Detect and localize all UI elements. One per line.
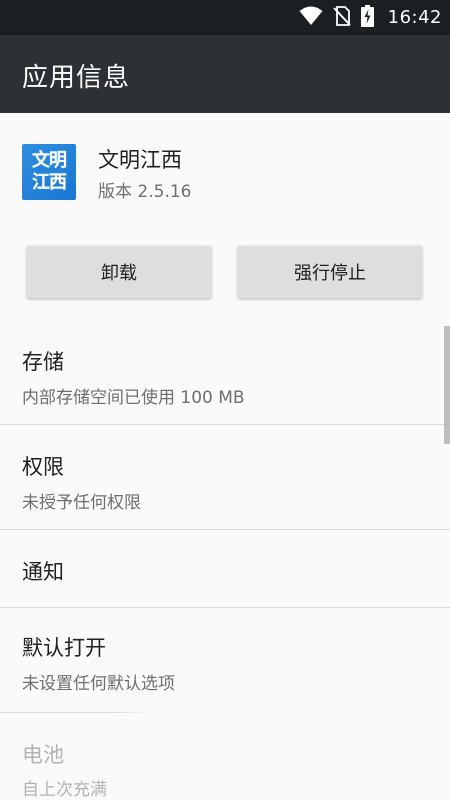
- pref-title: 存储: [22, 350, 64, 374]
- pref-summary: 未授予任何权限: [22, 493, 141, 513]
- scrollbar[interactable]: [444, 326, 450, 444]
- pref-item-storage[interactable]: 存储 内部存储空间已使用 100 MB: [0, 320, 450, 424]
- status-bar: 16:42: [0, 0, 450, 35]
- page-title: 应用信息: [22, 63, 131, 93]
- force-stop-button[interactable]: 强行停止: [238, 246, 422, 298]
- uninstall-button[interactable]: 卸载: [27, 246, 211, 298]
- app-header: 文明 江西 文明江西 版本 2.5.16: [22, 144, 422, 204]
- app-icon: 文明 江西: [22, 144, 76, 200]
- pref-title: 权限: [22, 455, 64, 479]
- status-icons: 16:42: [299, 0, 442, 35]
- pref-item-permissions[interactable]: 权限 未授予任何权限: [0, 425, 450, 529]
- app-name: 文明江西: [98, 148, 182, 172]
- app-bar: 应用信息: [0, 35, 450, 113]
- pref-item-notifications[interactable]: 通知: [0, 530, 450, 607]
- pref-title: 通知: [22, 560, 64, 584]
- app-info-content: 文明 江西 文明江西 版本 2.5.16 卸载 强行停止 存储 内部存储空间已使…: [0, 113, 450, 800]
- pref-title: 电池: [22, 743, 64, 767]
- fade-overlay: [110, 698, 450, 800]
- app-icon-text-line2: 江西: [32, 172, 67, 193]
- app-version: 版本 2.5.16: [98, 182, 192, 202]
- battery-charging-icon: [360, 4, 374, 31]
- status-time: 16:42: [387, 7, 442, 28]
- app-icon-text-line1: 文明: [32, 150, 67, 171]
- pref-title: 默认打开: [22, 636, 106, 660]
- pref-summary: 内部存储空间已使用 100 MB: [22, 388, 245, 408]
- pref-item-open-by-default[interactable]: 默认打开 未设置任何默认选项: [0, 608, 450, 712]
- pref-summary: 未设置任何默认选项: [22, 674, 175, 694]
- pref-summary: 自上次充满: [22, 780, 107, 800]
- no-sim-icon: [332, 5, 351, 30]
- wifi-icon: [299, 6, 323, 30]
